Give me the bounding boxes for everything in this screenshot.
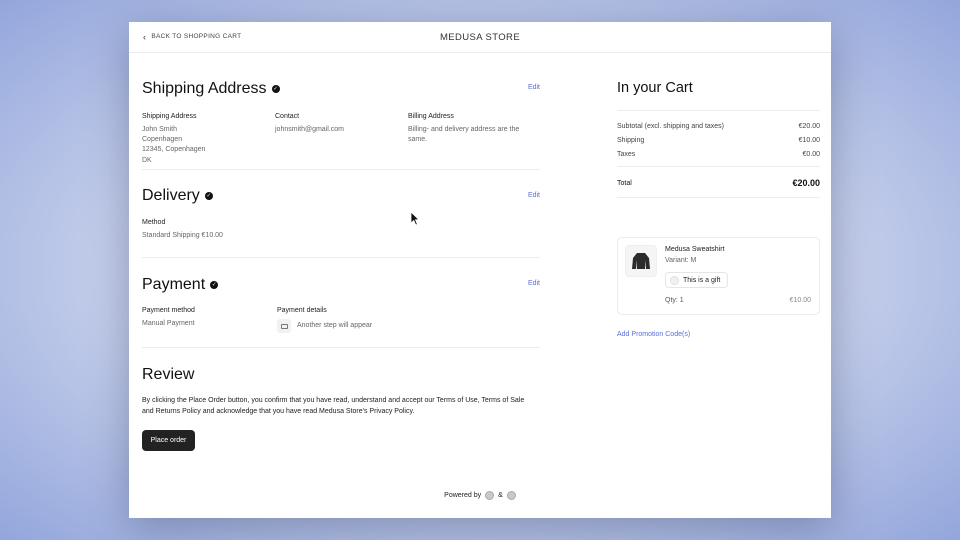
payment-method-label: Payment method: [142, 307, 195, 314]
mouse-pointer-icon: [410, 211, 420, 226]
powered-by-label: Powered by: [444, 492, 482, 499]
payment-method-value: Manual Payment: [142, 320, 195, 327]
taxes-value: €0.00: [802, 151, 820, 158]
gift-label: This is a gift: [683, 276, 721, 284]
payment-title: Payment ✓: [142, 276, 219, 294]
delivery-title: Delivery ✓: [142, 187, 213, 205]
shipping-section: Shipping Address ✓ Edit Shipping Address…: [142, 53, 540, 170]
delivery-method-label: Method: [142, 219, 166, 226]
shipping-address-label: Shipping Address: [142, 113, 197, 120]
cart-item: Medusa Sweatshirt Variant: M This is a g…: [617, 237, 820, 315]
total-label: Total: [617, 179, 632, 187]
billing-label: Billing Address: [408, 113, 454, 120]
payment-details-row: Another step will appear: [277, 319, 372, 333]
shipping-address-col: Shipping Address John Smith Copenhagen 1…: [142, 113, 275, 166]
review-terms: By clicking the Place Order button, you …: [142, 396, 540, 417]
cart-title: In your Cart: [617, 80, 693, 96]
divider: [617, 166, 820, 167]
taxes-row: Taxes €0.00: [617, 151, 820, 158]
checkout-form: Shipping Address ✓ Edit Shipping Address…: [142, 53, 540, 488]
contact-col: Contact johnsmith@gmail.com: [275, 113, 408, 166]
ampersand: &: [498, 492, 503, 499]
review-text-line: By clicking the Place Order button, you …: [142, 397, 525, 404]
shipping-details: Shipping Address John Smith Copenhagen 1…: [142, 113, 540, 166]
billing-col: Billing Address Billing- and delivery ad…: [408, 113, 540, 166]
address-line: John Smith: [142, 126, 178, 133]
address-line: DK: [142, 156, 152, 164]
nextjs-logo-icon[interactable]: [506, 491, 516, 500]
contact-value: johnsmith@gmail.com: [275, 126, 344, 133]
divider: [617, 110, 820, 111]
total-value: €20.00: [792, 178, 820, 188]
shipping-title: Shipping Address ✓: [142, 80, 280, 98]
shipping-cost-value: €10.00: [798, 137, 820, 144]
item-price: €10.00: [789, 297, 811, 304]
subtotal-label: Subtotal (excl. shipping and taxes): [617, 123, 725, 130]
delivery-method-value: Standard Shipping €10.00: [142, 232, 223, 239]
shipping-cost-label: Shipping: [617, 137, 645, 144]
review-section: Review By clicking the Place Order butto…: [142, 348, 540, 488]
delivery-method: Method Standard Shipping €10.00: [142, 219, 223, 241]
contact-label: Contact: [275, 113, 300, 120]
subtotal-value: €20.00: [798, 123, 820, 130]
check-circle-icon: ✓: [271, 85, 280, 93]
store-title: MEDUSA STORE: [439, 32, 521, 43]
credit-card-icon: [277, 319, 291, 333]
toggle-icon[interactable]: [670, 275, 679, 285]
payment-details-label: Payment details: [277, 307, 327, 314]
product-thumbnail[interactable]: [625, 245, 657, 277]
total-row: Total €20.00: [617, 178, 820, 188]
delivery-title-text: Delivery: [142, 187, 200, 204]
item-variant: Variant: M: [665, 257, 697, 264]
payment-title-text: Payment: [142, 276, 206, 293]
payment-edit-button[interactable]: Edit: [528, 280, 540, 287]
subtotal-row: Subtotal (excl. shipping and taxes) €20.…: [617, 123, 820, 130]
payment-section: Payment ✓ Edit Payment method Manual Pay…: [142, 258, 540, 348]
item-quantity: Qty: 1: [665, 297, 684, 304]
powered-by-footer: Powered by &: [129, 491, 831, 500]
taxes-label: Taxes: [617, 151, 636, 158]
checkout-window: ‹ BACK TO SHOPPING CART MEDUSA STORE Shi…: [129, 22, 831, 518]
item-name[interactable]: Medusa Sweatshirt: [665, 246, 725, 253]
check-circle-icon: ✓: [204, 192, 213, 200]
address-line: 12345, Copenhagen: [142, 146, 206, 154]
delivery-edit-button[interactable]: Edit: [528, 192, 540, 199]
payment-details-value: Another step will appear: [297, 321, 373, 329]
delivery-section: Delivery ✓ Edit Method Standard Shipping…: [142, 170, 540, 258]
top-bar: ‹ BACK TO SHOPPING CART MEDUSA STORE: [129, 22, 831, 53]
place-order-button[interactable]: Place order: [142, 430, 195, 451]
divider: [617, 197, 820, 198]
shipping-edit-button[interactable]: Edit: [528, 84, 540, 91]
shipping-row: Shipping €10.00: [617, 137, 820, 144]
payment-method: Payment method Manual Payment: [142, 307, 195, 329]
check-circle-icon: ✓: [210, 281, 219, 289]
review-text-line: and Returns Policy and acknowledge that …: [142, 407, 415, 415]
address-line: Copenhagen: [142, 136, 183, 144]
billing-line: same.: [408, 136, 428, 144]
add-promotion-code-link[interactable]: Add Promotion Code(s): [617, 331, 690, 338]
payment-details: Payment details Another step will appear: [277, 307, 372, 333]
medusa-logo-icon[interactable]: [485, 491, 495, 500]
sweatshirt-icon: [632, 253, 650, 269]
review-title: Review: [142, 366, 195, 383]
shipping-title-text: Shipping Address: [142, 80, 267, 97]
billing-line: Billing- and delivery address are the: [408, 126, 520, 133]
gift-toggle[interactable]: This is a gift: [665, 272, 728, 288]
